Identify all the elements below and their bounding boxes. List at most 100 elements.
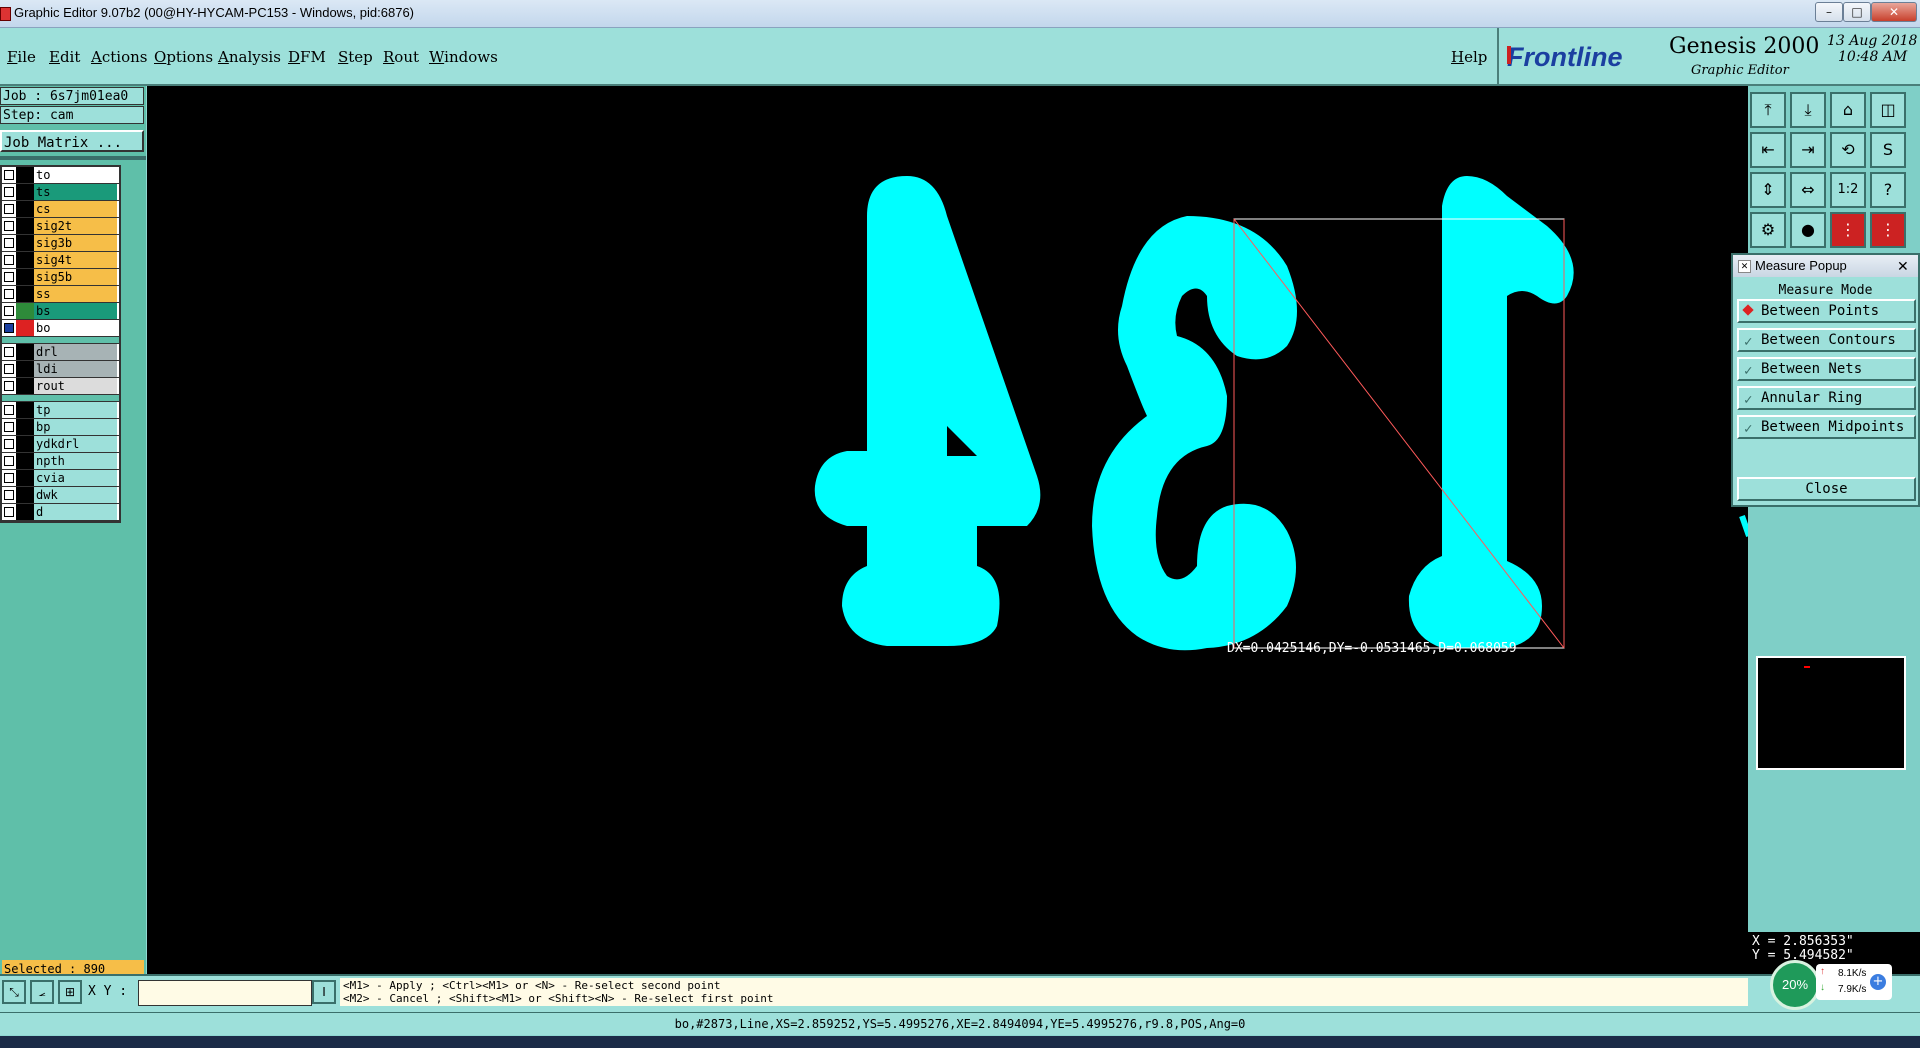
input-toggle-icon[interactable]: I xyxy=(312,980,336,1004)
pan-left-icon[interactable]: ⇤ xyxy=(1750,132,1786,168)
layer-status-swatch xyxy=(16,286,34,302)
annular-ring-option[interactable]: ✓ Annular Ring xyxy=(1737,386,1916,410)
layer-checkbox[interactable] xyxy=(4,490,14,500)
pan-right-icon[interactable]: ⇥ xyxy=(1790,132,1826,168)
layer-checkbox[interactable] xyxy=(4,255,14,265)
graphic-canvas[interactable]: DX=0.0425146,DY=-0.0531465,D=0.068059 xyxy=(147,86,1749,974)
add-icon[interactable]: + xyxy=(1870,974,1886,990)
layer-checkbox[interactable] xyxy=(4,405,14,415)
layer-checkbox[interactable] xyxy=(4,204,14,214)
fit-vertical-icon[interactable]: ⇕ xyxy=(1750,172,1786,208)
upload-speed: 8.1K/s xyxy=(1838,968,1867,979)
layer-checkbox[interactable] xyxy=(4,323,14,333)
layer-checkbox[interactable] xyxy=(4,381,14,391)
layer-row-bs[interactable]: bs xyxy=(2,303,119,320)
menu-windows[interactable]: Windows xyxy=(429,48,498,66)
layer-row-bo[interactable]: bo xyxy=(2,320,119,337)
one-to-one-icon[interactable]: 1:2 xyxy=(1830,172,1866,208)
layer-name: sig5b xyxy=(34,269,117,285)
layer-row-cs[interactable]: cs xyxy=(2,201,119,218)
layer-row-npth[interactable]: npth xyxy=(2,453,119,470)
layer-row-sig5b[interactable]: sig5b xyxy=(2,269,119,286)
layer-checkbox[interactable] xyxy=(4,364,14,374)
layer-name: cvia xyxy=(34,470,117,486)
layer-checkbox[interactable] xyxy=(4,272,14,282)
net-icon[interactable]: ⋮ xyxy=(1830,212,1866,248)
layer-row-sig2t[interactable]: sig2t xyxy=(2,218,119,235)
layer-row-dwk[interactable]: dwk xyxy=(2,487,119,504)
snap-mode-icon[interactable]: ⦟ xyxy=(30,980,54,1004)
layer-status-swatch xyxy=(16,361,34,377)
layer-checkbox[interactable] xyxy=(4,221,14,231)
xy-input[interactable] xyxy=(138,980,312,1006)
zoom-down-icon[interactable]: ⤓ xyxy=(1790,92,1826,128)
probe-icon[interactable]: ● xyxy=(1790,212,1826,248)
download-arrow-icon: ↓ xyxy=(1820,982,1825,993)
layer-checkbox[interactable] xyxy=(4,422,14,432)
between-points-option[interactable]: Between Points xyxy=(1737,299,1916,323)
layer-checkbox[interactable] xyxy=(4,170,14,180)
layer-checkbox[interactable] xyxy=(4,456,14,466)
layer-name: rout xyxy=(34,378,117,394)
layer-row-ts[interactable]: ts xyxy=(2,184,119,201)
menu-actions[interactable]: Actions xyxy=(91,48,147,66)
layer-name: cs xyxy=(34,201,117,217)
menu-rout[interactable]: Rout xyxy=(383,48,419,66)
xy-label: X Y : xyxy=(88,984,128,999)
snap-icon[interactable]: S xyxy=(1870,132,1906,168)
close-window-button[interactable]: ✕ xyxy=(1871,2,1917,22)
menu-dfm[interactable]: DFM xyxy=(288,48,326,66)
layer-row-drl[interactable]: drl xyxy=(2,344,119,361)
fit-horizontal-icon[interactable]: ⇔ xyxy=(1790,172,1826,208)
layer-checkbox[interactable] xyxy=(4,347,14,357)
job-label: Job : 6s7jm01ea0 xyxy=(0,87,144,105)
frame-view-icon[interactable]: ◫ xyxy=(1870,92,1906,128)
layer-checkbox[interactable] xyxy=(4,289,14,299)
layer-row-ydkdrl[interactable]: ydkdrl xyxy=(2,436,119,453)
maximize-button[interactable]: □ xyxy=(1843,2,1871,22)
between-nets-option[interactable]: ✓ Between Nets xyxy=(1737,357,1916,381)
layer-checkbox[interactable] xyxy=(4,473,14,483)
cursor-mode-icon[interactable]: ⤡ xyxy=(2,980,26,1004)
layer-row-cvia[interactable]: cvia xyxy=(2,470,119,487)
menu-file[interactable]: File xyxy=(7,48,36,66)
between-midpoints-option[interactable]: ✓ Between Midpoints xyxy=(1737,415,1916,439)
layer-checkbox[interactable] xyxy=(4,238,14,248)
layer-row-tp[interactable]: tp xyxy=(2,402,119,419)
layer-row-d[interactable]: d xyxy=(2,504,119,521)
layer-row-ss[interactable]: ss xyxy=(2,286,119,303)
layer-checkbox[interactable] xyxy=(4,439,14,449)
layer-row-ldi[interactable]: ldi xyxy=(2,361,119,378)
layer-checkbox[interactable] xyxy=(4,187,14,197)
zoom-home-icon[interactable]: ⤒ xyxy=(1750,92,1786,128)
menu-options[interactable]: Options xyxy=(154,48,213,66)
net-select-icon[interactable]: ⋮ xyxy=(1870,212,1906,248)
layer-name: to xyxy=(34,167,117,183)
rotate-view-icon[interactable]: ⟲ xyxy=(1830,132,1866,168)
layer-row-to[interactable]: to xyxy=(2,167,119,184)
canvas-drawing xyxy=(814,176,1749,651)
help-icon[interactable]: ? xyxy=(1870,172,1906,208)
layer-row-sig3b[interactable]: sig3b xyxy=(2,235,119,252)
home-view-icon[interactable]: ⌂ xyxy=(1830,92,1866,128)
between-contours-option[interactable]: ✓ Between Contours xyxy=(1737,328,1916,352)
grid-icon[interactable]: ⊞ xyxy=(58,980,82,1004)
layer-row-rout[interactable]: rout xyxy=(2,378,119,395)
measure-close-button[interactable]: Close xyxy=(1737,477,1916,501)
measure-tool-icon[interactable]: ⚙ xyxy=(1750,212,1786,248)
menu-help[interactable]: Help xyxy=(1451,48,1487,66)
layer-checkbox[interactable] xyxy=(4,507,14,517)
layer-checkbox[interactable] xyxy=(4,306,14,316)
measure-popup-title: Measure Popup xyxy=(1755,258,1847,273)
network-percent-badge[interactable]: 20% xyxy=(1770,960,1820,1010)
popup-close-icon[interactable]: ✕ xyxy=(1897,255,1909,277)
layer-row-sig4t[interactable]: sig4t xyxy=(2,252,119,269)
menu-analysis[interactable]: Analysis xyxy=(218,48,281,66)
job-matrix-button[interactable]: Job Matrix ... xyxy=(0,130,144,152)
glyph-three xyxy=(1092,216,1297,651)
overview-minimap[interactable] xyxy=(1756,656,1906,770)
layer-row-bp[interactable]: bp xyxy=(2,419,119,436)
menu-step[interactable]: Step xyxy=(338,48,373,66)
menu-edit[interactable]: Edit xyxy=(49,48,80,66)
minimize-button[interactable]: – xyxy=(1815,2,1843,22)
